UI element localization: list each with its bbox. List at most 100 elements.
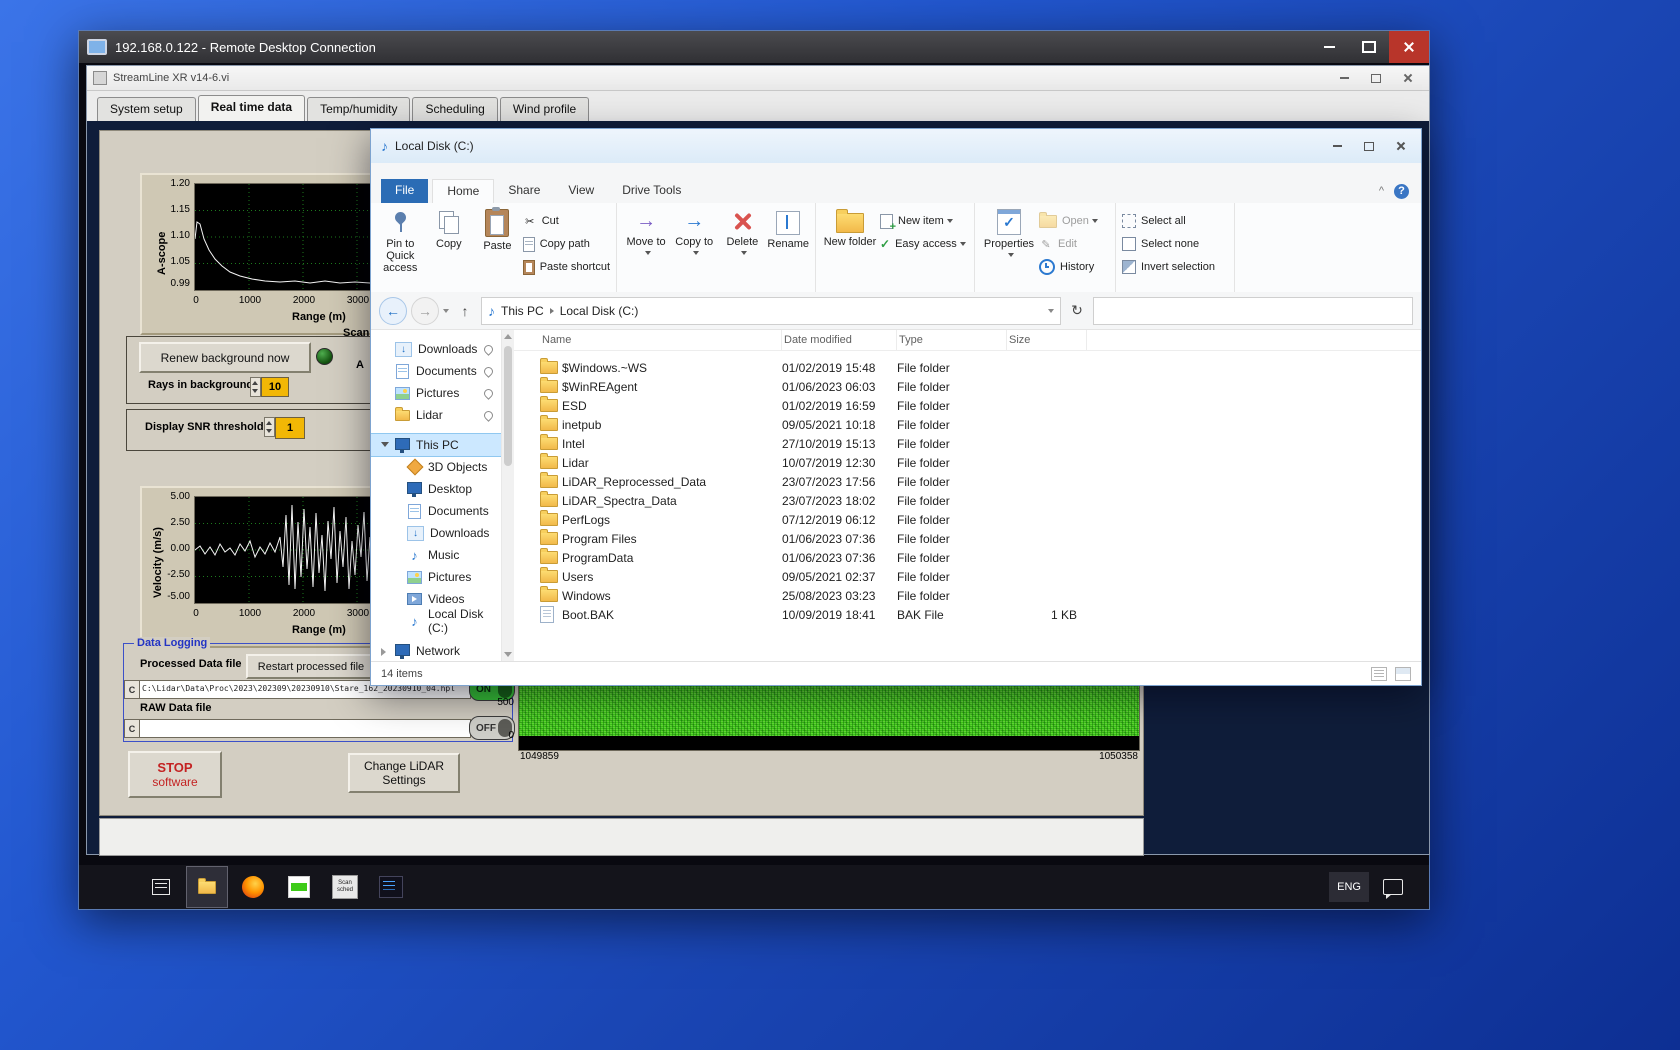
column-header-date-modified[interactable]: Date modified [782, 330, 897, 350]
details-view-icon[interactable] [1371, 666, 1387, 681]
sidebar-item-local-disk[interactable]: ♪ Local Disk (C:) [371, 607, 501, 635]
rename-button[interactable]: Rename [767, 207, 809, 250]
rdp-close-button[interactable] [1389, 31, 1429, 63]
select-all-button[interactable]: Select all [1122, 211, 1215, 231]
ribbon-tab-view[interactable]: View [554, 179, 608, 203]
recent-locations-icon[interactable] [443, 308, 449, 313]
back-button[interactable]: ← [379, 296, 407, 325]
raw-path-field[interactable] [139, 719, 471, 738]
file-row[interactable]: LiDAR_Spectra_Data 23/07/2023 18:02 File… [514, 491, 1421, 510]
snr-value-field[interactable]: 1 [275, 417, 305, 439]
delete-button[interactable]: Delete [719, 207, 765, 255]
file-row[interactable]: ProgramData 01/06/2023 07:36 File folder [514, 548, 1421, 567]
sidebar-item-documents-quick[interactable]: Documents [371, 360, 501, 382]
pin-to-quick-access-button[interactable]: Pin to Quick access [377, 207, 424, 274]
scroll-up-icon[interactable] [504, 334, 512, 339]
explorer-minimize-button[interactable] [1329, 138, 1345, 154]
cut-button[interactable]: ✂ Cut [523, 211, 610, 231]
streamline-close-button[interactable] [1401, 71, 1415, 85]
tab-system-setup[interactable]: System setup [97, 97, 196, 121]
file-row[interactable]: Windows 25/08/2023 03:23 File folder [514, 586, 1421, 605]
sidebar-item-downloads[interactable]: ↓ Downloads [371, 522, 501, 544]
copy-button[interactable]: Copy [426, 207, 473, 250]
rdp-maximize-button[interactable] [1349, 31, 1389, 63]
action-center-icon[interactable] [1383, 879, 1403, 899]
file-row[interactable]: LiDAR_Reprocessed_Data 23/07/2023 17:56 … [514, 472, 1421, 491]
paste-button[interactable]: Paste [474, 207, 521, 252]
tab-real-time-data[interactable]: Real time data [197, 95, 306, 121]
file-row[interactable]: Users 09/05/2021 02:37 File folder [514, 567, 1421, 586]
sidebar-item-3d-objects[interactable]: 3D Objects [371, 456, 501, 478]
address-dropdown-icon[interactable] [1048, 308, 1054, 313]
language-indicator[interactable]: ENG [1329, 872, 1369, 902]
stop-software-button[interactable]: STOP software [128, 751, 222, 798]
rdp-titlebar[interactable]: 192.168.0.122 - Remote Desktop Connectio… [79, 31, 1429, 63]
change-lidar-settings-button[interactable]: Change LiDAR Settings [348, 753, 460, 793]
file-row[interactable]: inetpub 09/05/2021 10:18 File folder [514, 415, 1421, 434]
task-view-button[interactable] [141, 867, 181, 907]
invert-selection-button[interactable]: Invert selection [1122, 257, 1215, 277]
streamline-maximize-button[interactable] [1369, 71, 1383, 85]
file-row[interactable]: Lidar 10/07/2019 12:30 File folder [514, 453, 1421, 472]
copy-to-button[interactable]: → Copy to [671, 207, 717, 255]
column-header-type[interactable]: Type [897, 330, 1007, 350]
ribbon-tab-drive-tools[interactable]: Drive Tools [608, 179, 695, 203]
collapse-ribbon-icon[interactable]: ^ [1379, 185, 1384, 197]
file-row[interactable]: PerfLogs 07/12/2019 06:12 File folder [514, 510, 1421, 529]
tab-scheduling[interactable]: Scheduling [412, 97, 498, 121]
sidebar-item-pictures-quick[interactable]: Pictures [371, 382, 501, 404]
edit-button[interactable]: ✎ Edit [1039, 234, 1098, 254]
up-button[interactable]: ↑ [453, 299, 477, 323]
move-to-button[interactable]: → Move to [623, 207, 669, 255]
renew-background-button[interactable]: Renew background now [139, 342, 311, 373]
scan-scheduler-taskbar-button[interactable]: Scan sched [325, 867, 365, 907]
scroll-down-icon[interactable] [504, 652, 512, 657]
restart-processed-file-button[interactable]: Restart processed file [246, 654, 376, 679]
app-window-taskbar-button[interactable] [279, 867, 319, 907]
explorer-maximize-button[interactable] [1361, 138, 1377, 154]
easy-access-button[interactable]: ✓ Easy access [880, 234, 966, 254]
ribbon-tab-share[interactable]: Share [494, 179, 554, 203]
expander-icon[interactable] [381, 442, 389, 447]
paste-shortcut-button[interactable]: Paste shortcut [522, 257, 610, 277]
sidebar-item-desktop[interactable]: Desktop [371, 478, 501, 500]
file-row[interactable]: ESD 01/02/2019 16:59 File folder [514, 396, 1421, 415]
terminal-taskbar-button[interactable] [371, 867, 411, 907]
sidebar-item-documents[interactable]: Documents [371, 500, 501, 522]
large-icons-view-icon[interactable] [1395, 666, 1411, 681]
explorer-titlebar[interactable]: ♪ Local Disk (C:) [371, 129, 1421, 164]
help-icon[interactable]: ? [1394, 183, 1409, 199]
copy-path-button[interactable]: Copy path [522, 234, 610, 254]
raw-drive-selector[interactable]: C [124, 719, 140, 738]
open-button[interactable]: Open [1039, 211, 1098, 231]
file-row[interactable]: Intel 27/10/2019 15:13 File folder [514, 434, 1421, 453]
snr-spinner[interactable] [264, 417, 275, 437]
breadcrumb-this-pc[interactable]: This PC [501, 304, 544, 318]
forward-button[interactable]: → [411, 296, 439, 325]
address-bar[interactable]: ♪ This PC Local Disk (C:) [481, 296, 1061, 325]
search-input[interactable] [1093, 296, 1413, 325]
scrollbar-thumb[interactable] [504, 346, 512, 466]
history-button[interactable]: History [1039, 257, 1098, 277]
streamline-minimize-button[interactable] [1337, 71, 1351, 85]
sidebar-scrollbar[interactable] [501, 330, 514, 661]
sidebar-item-network[interactable]: Network [371, 640, 501, 661]
file-row[interactable]: $Windows.~WS 01/02/2019 15:48 File folde… [514, 358, 1421, 377]
rays-spinner[interactable] [250, 377, 261, 397]
explorer-close-button[interactable] [1393, 138, 1409, 154]
breadcrumb-local-disk[interactable]: Local Disk (C:) [560, 304, 639, 318]
column-header-name[interactable]: Name [540, 330, 782, 350]
streamline-titlebar[interactable]: StreamLine XR v14-6.vi [87, 66, 1429, 91]
background-led-indicator[interactable] [316, 348, 333, 365]
sidebar-item-pictures[interactable]: Pictures [371, 566, 501, 588]
tab-temp-humidity[interactable]: Temp/humidity [307, 97, 411, 121]
expander-icon[interactable] [381, 648, 386, 656]
select-none-button[interactable]: Select none [1122, 234, 1215, 254]
rays-value-field[interactable]: 10 [261, 377, 289, 397]
file-row[interactable]: Program Files 01/06/2023 07:36 File fold… [514, 529, 1421, 548]
refresh-button[interactable]: ↻ [1065, 299, 1089, 323]
sidebar-item-lidar[interactable]: Lidar [371, 404, 501, 426]
column-header-size[interactable]: Size [1007, 330, 1087, 350]
tab-wind-profile[interactable]: Wind profile [499, 97, 590, 121]
ribbon-tab-file[interactable]: File [381, 179, 429, 203]
